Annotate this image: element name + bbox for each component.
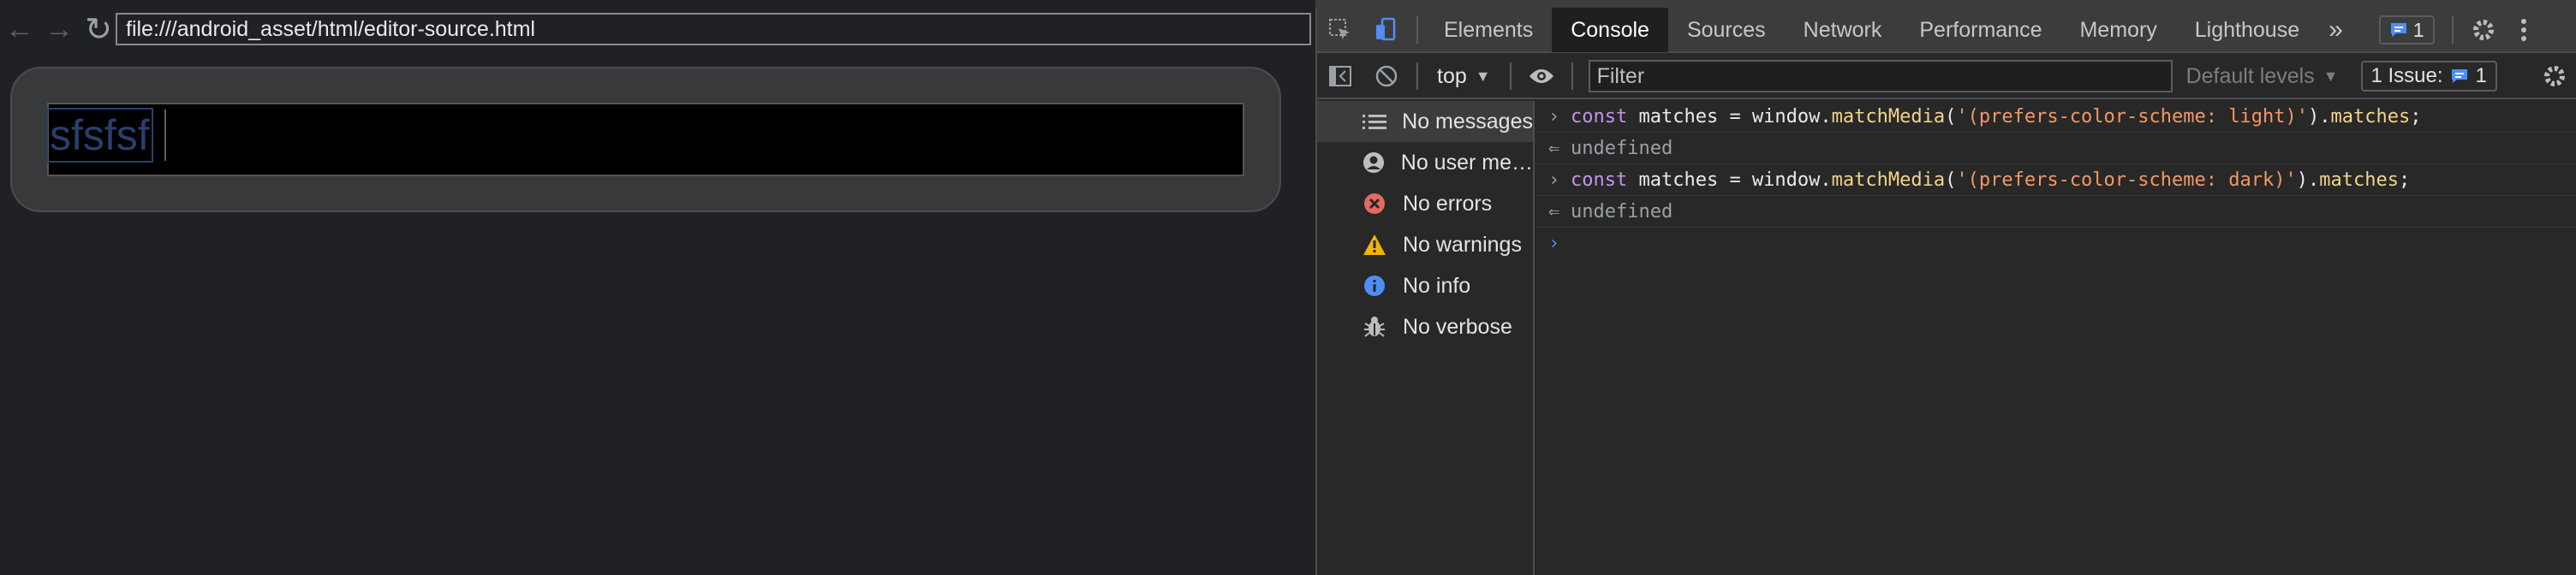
text-caret bbox=[164, 110, 166, 161]
toolbar-separator bbox=[2451, 16, 2454, 44]
console-result: undefined bbox=[1571, 137, 1673, 159]
dropdown-triangle-icon: ▼ bbox=[1475, 67, 1491, 85]
devtools-panel: Elements Console Sources Network Perform… bbox=[1315, 8, 2576, 575]
context-label: top bbox=[1437, 63, 1467, 88]
more-options-icon[interactable] bbox=[2507, 8, 2541, 52]
toolbar-separator bbox=[1509, 62, 1512, 90]
input-chevron-icon: › bbox=[1548, 105, 1560, 127]
console-result: undefined bbox=[1571, 200, 1673, 222]
console-result-line: ⇐ undefined bbox=[1536, 196, 2576, 228]
sidebar-item-info[interactable]: No info bbox=[1317, 265, 1533, 306]
toolbar-separator bbox=[1571, 62, 1573, 90]
reload-icon[interactable]: ↻ bbox=[79, 9, 118, 50]
warning-icon bbox=[1360, 234, 1389, 256]
sidebar-item-warnings[interactable]: No warnings bbox=[1317, 224, 1533, 265]
tab-network[interactable]: Network bbox=[1785, 8, 1901, 52]
bug-icon bbox=[1360, 315, 1389, 339]
device-toolbar-icon[interactable] bbox=[1363, 8, 1410, 52]
console-toolbar: top ▼ Default levels ▼ 1 Issue: 1 bbox=[1317, 55, 2576, 99]
issues-button[interactable]: 1 Issue: 1 bbox=[2360, 61, 2497, 92]
context-selector[interactable]: top ▼ bbox=[1425, 64, 1503, 89]
tab-performance[interactable]: Performance bbox=[1900, 8, 2060, 52]
console-output[interactable]: › const matches = window.matchMedia('(pr… bbox=[1536, 101, 2576, 575]
tab-memory[interactable]: Memory bbox=[2060, 8, 2175, 52]
sidebar-item-label: No user me… bbox=[1400, 150, 1533, 175]
message-icon bbox=[2451, 69, 2467, 83]
live-expression-eye-icon[interactable] bbox=[1518, 54, 1565, 98]
clear-console-icon[interactable] bbox=[1363, 54, 1410, 98]
inspect-element-icon[interactable] bbox=[1317, 8, 1363, 52]
result-arrow-icon: ⇐ bbox=[1548, 137, 1560, 159]
settings-gear-icon[interactable] bbox=[2460, 8, 2507, 52]
sidebar-toggle-icon[interactable] bbox=[1317, 54, 1363, 98]
console-code: const matches = window.matchMedia('(pref… bbox=[1571, 169, 2411, 191]
sidebar-item-label: No verbose bbox=[1403, 314, 1512, 339]
devtools-tabbar: Elements Console Sources Network Perform… bbox=[1317, 8, 2576, 53]
filter-input[interactable] bbox=[1596, 63, 2171, 89]
console-result-line: ⇐ undefined bbox=[1536, 133, 2576, 164]
tab-sources[interactable]: Sources bbox=[1668, 8, 1785, 52]
tab-console[interactable]: Console bbox=[1552, 8, 1668, 52]
console-prompt[interactable]: › bbox=[1536, 228, 2576, 259]
info-icon bbox=[1360, 275, 1389, 297]
message-icon bbox=[2390, 23, 2406, 37]
sidebar-item-errors[interactable]: No errors bbox=[1317, 183, 1533, 224]
log-levels-dropdown[interactable]: Default levels ▼ bbox=[2186, 64, 2339, 89]
tab-lighthouse[interactable]: Lighthouse bbox=[2176, 8, 2318, 52]
console-settings-gear-icon[interactable] bbox=[2531, 54, 2576, 98]
sidebar-item-label: No errors bbox=[1403, 191, 1493, 216]
input-chevron-icon: › bbox=[1548, 169, 1560, 191]
result-arrow-icon: ⇐ bbox=[1548, 200, 1560, 222]
sidebar-item-messages[interactable]: No messages bbox=[1317, 101, 1533, 142]
log-levels-label: Default levels bbox=[2185, 63, 2315, 88]
console-input-line[interactable]: › const matches = window.matchMedia('(pr… bbox=[1536, 164, 2576, 196]
editor-text[interactable]: sfsfsf bbox=[46, 108, 153, 163]
sidebar-item-label: No warnings bbox=[1403, 232, 1522, 257]
address-text: file:///android_asset/html/editor-source… bbox=[126, 16, 535, 41]
user-icon bbox=[1360, 151, 1387, 174]
console-input-line[interactable]: › const matches = window.matchMedia('(pr… bbox=[1536, 101, 2576, 133]
toolbar-separator bbox=[1416, 62, 1418, 90]
console-sidebar: No messages No user me… No errors No war… bbox=[1317, 101, 1535, 575]
dropdown-triangle-icon: ▼ bbox=[2323, 67, 2339, 85]
sidebar-item-verbose[interactable]: No verbose bbox=[1317, 306, 1533, 347]
issues-label: 1 Issue: bbox=[2370, 64, 2443, 87]
filter-box[interactable] bbox=[1588, 60, 2173, 92]
sidebar-item-label: No messages bbox=[1402, 109, 1533, 133]
issues-count: 1 bbox=[2475, 64, 2487, 87]
error-icon bbox=[1360, 193, 1389, 215]
more-tabs-icon[interactable]: » bbox=[2318, 8, 2353, 52]
toolbar-separator bbox=[1416, 16, 1418, 44]
browser-preview: ← → ↻ file:///android_asset/html/editor-… bbox=[0, 0, 1315, 575]
messages-badge[interactable]: 1 bbox=[2378, 15, 2435, 44]
messages-count: 1 bbox=[2412, 18, 2424, 41]
prompt-chevron-icon: › bbox=[1548, 233, 1560, 254]
back-icon[interactable]: ← bbox=[0, 9, 39, 50]
sidebar-item-user-messages[interactable]: No user me… bbox=[1317, 142, 1533, 183]
forward-icon[interactable]: → bbox=[39, 9, 79, 50]
sidebar-item-label: No info bbox=[1403, 273, 1471, 298]
tab-elements[interactable]: Elements bbox=[1425, 8, 1552, 52]
navigation-bar: ← → ↻ file:///android_asset/html/editor-… bbox=[0, 9, 1315, 50]
console-code: const matches = window.matchMedia('(pref… bbox=[1571, 105, 2422, 127]
list-icon bbox=[1360, 113, 1388, 130]
address-bar[interactable]: file:///android_asset/html/editor-source… bbox=[116, 13, 1311, 45]
editor-input[interactable] bbox=[47, 103, 1244, 176]
